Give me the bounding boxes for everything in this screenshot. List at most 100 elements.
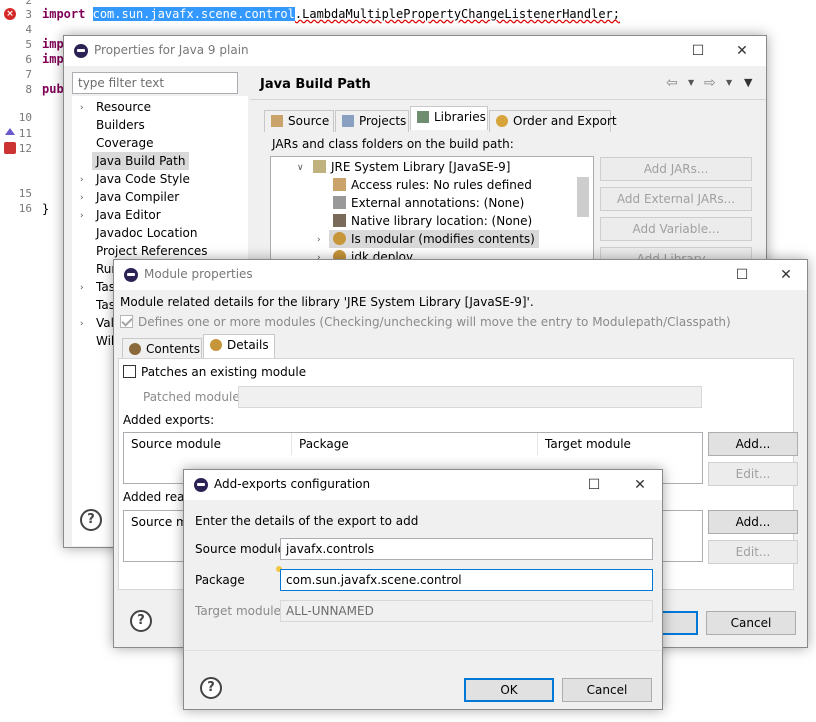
tab-source[interactable]: Source: [264, 110, 334, 132]
page-title: Java Build Path: [260, 77, 371, 92]
build-path-tree[interactable]: ∨ JRE System Library [JavaSE-9] Access r…: [270, 156, 594, 266]
filter-input[interactable]: type filter text: [72, 72, 238, 94]
tab-order-export[interactable]: Order and Export: [489, 110, 617, 132]
line-number: 15: [18, 187, 32, 200]
add-read-button[interactable]: Add...: [708, 510, 798, 534]
code-text: imp: [42, 37, 64, 51]
line-number: 16: [18, 202, 32, 215]
import-class: .LambdaMultiplePropertyChangeListenerHan…: [294, 7, 620, 21]
jars-label: JARs and class folders on the build path…: [272, 137, 514, 151]
close-button[interactable]: ✕: [776, 265, 796, 285]
column-header[interactable]: Package: [292, 433, 538, 455]
target-module-label: Target module: [195, 604, 281, 618]
close-button[interactable]: ✕: [630, 475, 650, 495]
edit-export-button[interactable]: Edit...: [708, 462, 798, 486]
add-external-jars-button[interactable]: Add External JARs...: [600, 187, 752, 211]
ok-button[interactable]: OK: [464, 678, 554, 702]
module-icon: [333, 232, 346, 245]
nav-item-project-references[interactable]: Project References: [96, 244, 208, 258]
chevron-down-icon[interactable]: ▼: [688, 78, 694, 87]
nav-item-resource[interactable]: Resource: [96, 100, 151, 114]
close-button[interactable]: ✕: [732, 41, 752, 61]
public-keyword: pub: [42, 82, 64, 96]
annotation-icon: [333, 196, 346, 209]
line-number: 6: [25, 53, 32, 66]
build-path-tabs: Source Projects Libraries Order and Expo…: [264, 106, 617, 132]
nav-item-javadoc-location[interactable]: Javadoc Location: [96, 226, 197, 240]
tab-label: Order and Export: [513, 114, 617, 128]
project-icon: [342, 115, 354, 127]
chevron-down-icon[interactable]: ▼: [726, 78, 732, 87]
source-module-label: Source module: [195, 542, 285, 556]
titlebar: Properties for Java 9 plain ☐ ✕: [64, 36, 766, 66]
order-icon: [496, 115, 508, 127]
tree-item-native-library[interactable]: Native library location: (None): [333, 214, 532, 228]
tab-projects[interactable]: Projects: [335, 110, 409, 132]
patched-module-field: [238, 386, 702, 408]
nav-item-java-editor[interactable]: Java Editor: [96, 208, 161, 222]
maximize-button[interactable]: ☐: [732, 265, 752, 285]
nav-item-java-build-path[interactable]: Java Build Path: [92, 152, 190, 170]
nav-item-java-compiler[interactable]: Java Compiler: [96, 190, 179, 204]
tab-libraries[interactable]: Libraries: [410, 106, 488, 130]
folder-icon: [271, 115, 283, 127]
maximize-button[interactable]: ☐: [688, 41, 708, 61]
tree-item-external-annotations[interactable]: External annotations: (None): [333, 196, 524, 210]
tab-details[interactable]: Details: [203, 334, 275, 358]
titlebar: Module properties ☐ ✕: [114, 260, 807, 290]
error-marker-icon: [4, 142, 16, 154]
back-icon[interactable]: ⇦: [666, 75, 678, 91]
divider: [184, 650, 662, 651]
view-menu-icon[interactable]: ▼: [744, 76, 752, 89]
tree-item-access-rules[interactable]: Access rules: No rules defined: [333, 178, 532, 192]
checkbox: [123, 365, 136, 378]
cancel-button[interactable]: Cancel: [706, 611, 796, 635]
column-header[interactable]: Source module: [124, 433, 292, 455]
code-text: imp: [42, 52, 64, 66]
patched-module-label: Patched module:: [143, 390, 244, 404]
help-icon[interactable]: ?: [200, 677, 222, 699]
tree-item-jre[interactable]: JRE System Library [JavaSE-9]: [313, 160, 510, 174]
forward-icon[interactable]: ⇨: [704, 75, 716, 91]
nav-item-java-code-style[interactable]: Java Code Style: [96, 172, 190, 186]
library-icon: [417, 111, 429, 123]
tab-contents[interactable]: Contents: [122, 338, 202, 360]
tree-item-is-modular[interactable]: Is modular (modifies contents): [329, 230, 539, 248]
line-number: 7: [25, 68, 32, 81]
selected-package: com.sun.javafx.scene.control: [92, 7, 295, 21]
add-export-button[interactable]: Add...: [708, 432, 798, 456]
nav-item-builders[interactable]: Builders: [96, 118, 145, 132]
help-icon[interactable]: ?: [80, 509, 102, 531]
tab-label: Projects: [359, 114, 407, 128]
tab-label: Libraries: [434, 110, 486, 124]
key-icon: [333, 178, 346, 191]
column-header[interactable]: Target module: [538, 433, 702, 455]
package-field[interactable]: com.sun.javafx.scene.control: [280, 569, 653, 591]
tab-label: Contents: [146, 342, 200, 356]
code-text: pub: [42, 82, 64, 96]
edit-read-button[interactable]: Edit...: [708, 540, 798, 564]
add-jars-button[interactable]: Add JARs...: [600, 157, 752, 181]
added-exports-label: Added exports:: [123, 413, 215, 427]
line-number: 3: [25, 8, 32, 21]
instruction-text: Enter the details of the export to add: [195, 514, 419, 528]
import-keyword: imp: [42, 52, 64, 66]
eclipse-icon: [194, 478, 208, 492]
module-description: Module related details for the library '…: [120, 295, 534, 309]
maximize-button[interactable]: ☐: [584, 475, 604, 495]
help-icon[interactable]: ?: [130, 610, 152, 632]
cancel-button[interactable]: Cancel: [562, 678, 652, 702]
tree-label: Access rules: No rules defined: [351, 178, 532, 192]
source-module-field[interactable]: javafx.controls: [280, 538, 653, 560]
patches-checkbox[interactable]: Patches an existing module: [123, 365, 306, 379]
added-reads-label: Added read: [123, 490, 193, 504]
nav-item-coverage[interactable]: Coverage: [96, 136, 154, 150]
details-icon: [210, 339, 222, 351]
scrollbar-thumb[interactable]: [577, 177, 589, 217]
override-marker-icon: [5, 128, 15, 135]
import-statement[interactable]: import com.sun.javafx.scene.control.Lamb…: [42, 7, 620, 21]
add-exports-dialog: Add-exports configuration ☐ ✕ Enter the …: [183, 469, 663, 710]
add-variable-button[interactable]: Add Variable...: [600, 217, 752, 241]
tree-label: Native library location: (None): [351, 214, 533, 228]
defines-modules-checkbox[interactable]: Defines one or more modules (Checking/un…: [120, 315, 731, 329]
